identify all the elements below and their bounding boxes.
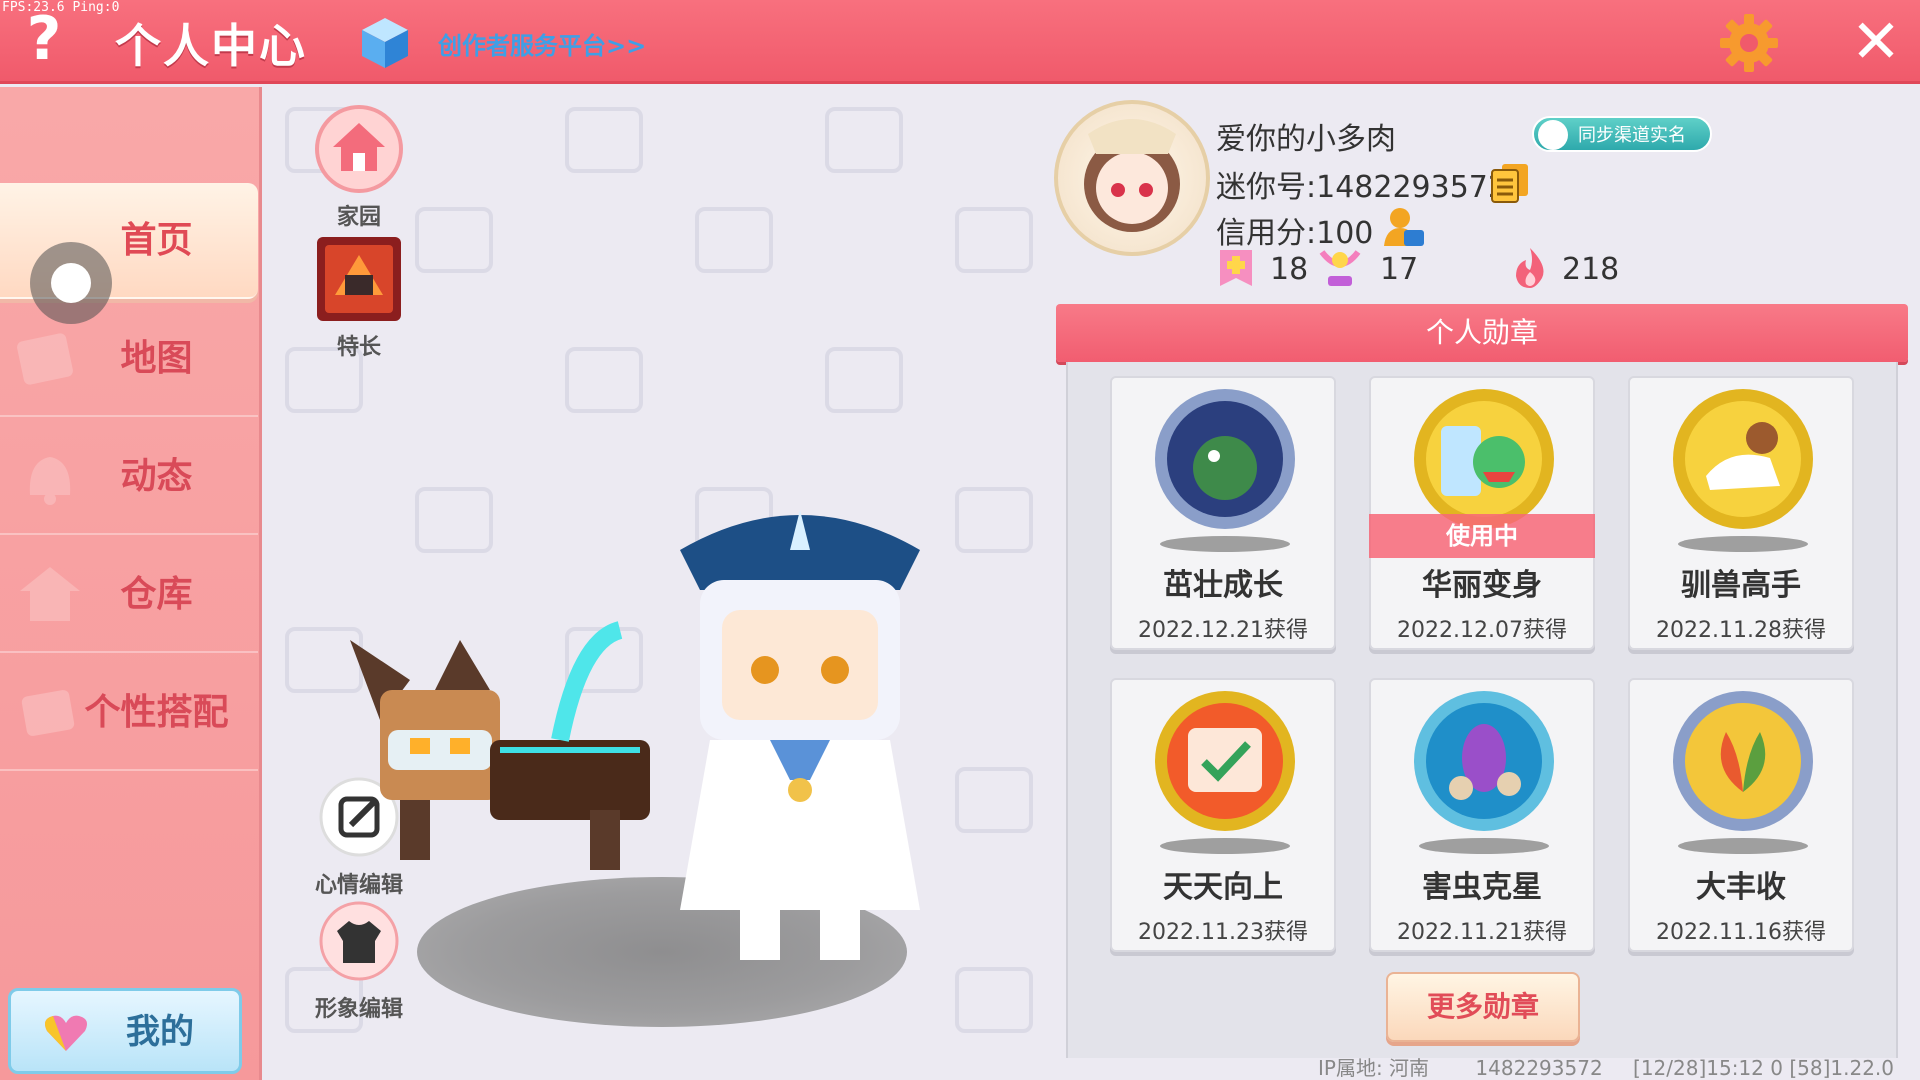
touch-cursor (30, 242, 112, 324)
background-pattern (565, 347, 643, 413)
background-pattern (565, 107, 643, 173)
cube-icon[interactable] (360, 16, 410, 70)
in-use-tag: 使用中 (1369, 514, 1595, 558)
creator-platform-link[interactable]: 创作者服务平台>> (438, 26, 646, 61)
badge-date: 2022.11.16获得 (1656, 920, 1826, 945)
sidebar-item-label: 个性搭配 (84, 692, 229, 733)
realname-sync-button[interactable]: 同步渠道实名 (1532, 116, 1712, 152)
badge-name: 华丽变身 (1422, 568, 1542, 603)
badge-name: 驯兽高手 (1681, 568, 1801, 603)
medal-bug-icon (1414, 691, 1554, 831)
home-label: 家园 (336, 205, 381, 230)
medal-shadow (1419, 838, 1549, 854)
sidebar-item-map[interactable]: 地图 (0, 301, 258, 417)
background-pattern (695, 207, 773, 273)
heat-value: 218 (1562, 252, 1620, 287)
person-verify-icon (1538, 120, 1568, 150)
outfit-icon (21, 690, 75, 736)
popularity-value: 17 (1380, 252, 1419, 287)
mine-button-label: 我的 (126, 1012, 194, 1052)
talent-shortcut[interactable]: 特长 (309, 235, 409, 361)
background-pattern (825, 107, 903, 173)
gear-icon[interactable] (1718, 12, 1780, 74)
medal-harvest-icon (1673, 691, 1813, 831)
player-avatar-sprite (680, 510, 920, 960)
mine-button[interactable]: 我的 (8, 988, 242, 1074)
medal-frog-icon (1155, 389, 1295, 529)
realname-sync-label: 同步渠道实名 (1578, 125, 1686, 146)
sidebar-item-feed[interactable]: 动态 (0, 419, 258, 535)
badge-card[interactable]: 大丰收 2022.11.16获得 (1628, 678, 1854, 952)
level-value: 18 (1270, 252, 1309, 287)
more-badges-button[interactable]: 更多勋章 (1386, 972, 1580, 1042)
page-title: 个人中心 (115, 19, 307, 73)
map-icon (17, 333, 73, 385)
sidebar-item-label: 首页 (120, 220, 193, 261)
badge-card[interactable]: 驯兽高手 2022.11.28获得 (1628, 376, 1854, 650)
background-pattern (955, 967, 1033, 1033)
mini-id: 迷你号:1482293572 (1216, 170, 1507, 205)
build-info: [12/28]15:12 0 [58]1.22.0 (1633, 1056, 1895, 1080)
badge-card[interactable]: 害虫克星 2022.11.21获得 (1369, 678, 1595, 952)
copy-icon[interactable] (1490, 162, 1530, 204)
medal-dino-icon (1414, 389, 1554, 529)
badge-name: 天天向上 (1163, 870, 1283, 905)
top-bar: FPS:23.6 Ping:0 ? 个人中心 创作者服务平台>> ✕ (0, 0, 1920, 84)
badge-name: 茁壮成长 (1163, 568, 1283, 603)
badge-name: 害虫克星 (1422, 870, 1542, 905)
outfit-edit-icon (319, 901, 399, 981)
badges-header: 个人勋章 (1056, 304, 1908, 362)
badge-card[interactable]: 使用中 华丽变身 2022.12.07获得 (1369, 376, 1595, 650)
badge-date: 2022.11.28获得 (1656, 618, 1826, 643)
house-icon (20, 567, 80, 621)
background-pattern (415, 487, 493, 553)
background-pattern (825, 347, 903, 413)
sidebar: 首页 地图 动态 仓库 个性搭配 我的 (0, 87, 262, 1080)
talent-icon (317, 237, 401, 321)
sidebar-item-label: 动态 (120, 456, 193, 497)
flame-icon (1516, 248, 1544, 288)
image-edit-shortcut[interactable]: 形象编辑 (309, 897, 409, 1023)
medal-calendar-icon (1155, 691, 1295, 831)
footer-uid: 1482293572 (1475, 1056, 1603, 1080)
avatar[interactable] (1054, 100, 1210, 256)
level-flag-icon (1220, 250, 1252, 286)
bell-icon (29, 457, 71, 505)
background-pattern (955, 207, 1033, 273)
question-icon[interactable]: ? (18, 6, 70, 72)
badge-card[interactable]: 天天向上 2022.11.23获得 (1110, 678, 1336, 952)
badge-card[interactable]: 茁壮成长 2022.12.21获得 (1110, 376, 1336, 650)
sidebar-item-label: 地图 (120, 338, 193, 379)
sidebar-item-warehouse[interactable]: 仓库 (0, 537, 258, 653)
medal-tamer-icon (1673, 389, 1813, 529)
sidebar-item-label: 仓库 (120, 574, 193, 615)
medal-shadow (1678, 838, 1808, 854)
badge-date: 2022.11.23获得 (1138, 920, 1308, 945)
sidebar-item-outfit[interactable]: 个性搭配 (0, 655, 258, 771)
home-icon (315, 105, 403, 193)
background-pattern (415, 207, 493, 273)
badge-date: 2022.11.21获得 (1397, 920, 1567, 945)
background-pattern (955, 767, 1033, 833)
talent-label: 特长 (336, 335, 381, 360)
medal-shadow (1678, 536, 1808, 552)
heart-icon (45, 1015, 87, 1051)
background-pattern (955, 487, 1033, 553)
nickname: 爱你的小多肉 (1216, 122, 1396, 157)
footer-info: IP属地: 河南 1482293572 [12/28]15:12 0 [58]1… (1318, 1052, 1894, 1080)
badge-date: 2022.12.21获得 (1138, 618, 1308, 643)
home-shortcut[interactable]: 家园 (309, 105, 409, 231)
medal-shadow (1160, 838, 1290, 854)
credit-person-icon[interactable] (1382, 206, 1426, 248)
badge-name: 大丰收 (1696, 870, 1786, 905)
ip-location: IP属地: 河南 (1318, 1056, 1430, 1080)
image-edit-label: 形象编辑 (314, 997, 403, 1022)
close-icon[interactable]: ✕ (1846, 12, 1906, 72)
avatar-portrait (1084, 119, 1180, 232)
badge-date: 2022.12.07获得 (1397, 618, 1567, 643)
medal-shadow (1160, 536, 1290, 552)
pet-fox-sprite (350, 621, 650, 870)
trophy-icon (1319, 250, 1361, 286)
